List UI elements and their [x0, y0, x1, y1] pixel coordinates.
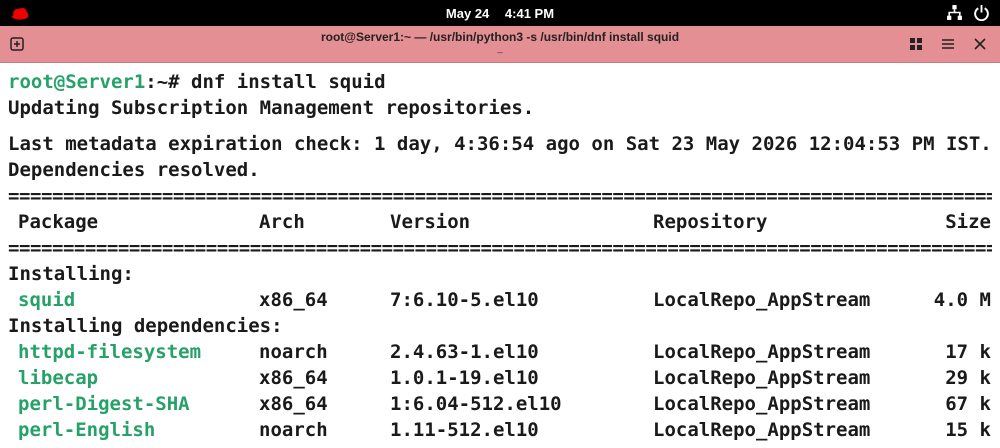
section-installing: Installing:	[8, 263, 134, 285]
command-text: dnf install squid	[191, 71, 386, 93]
package-repo: LocalRepo_AppStream	[653, 367, 871, 389]
prompt-path: :~#	[145, 71, 192, 93]
clock-date: May 24	[445, 6, 490, 21]
hamburger-menu-icon[interactable]	[940, 36, 956, 52]
window-controls	[908, 36, 988, 52]
package-name: libecap	[18, 367, 99, 389]
package-version: 1.0.1-19.el10	[390, 367, 539, 389]
table-header: Package Arch Version Repository Size	[8, 209, 1000, 235]
package-arch: noarch	[259, 419, 328, 441]
command-line: root@Server1:~# dnf install squid	[8, 69, 1000, 95]
output-deps-resolved: Dependencies resolved.	[8, 159, 260, 181]
package-name: perl-English	[18, 419, 156, 441]
clock[interactable]: May 24 4:41 PM	[0, 6, 1000, 21]
package-repo: LocalRepo_AppStream	[653, 341, 871, 363]
package-size: 67 k	[945, 393, 991, 415]
package-name: httpd-filesystem	[18, 341, 202, 363]
window-subtitle: _	[497, 43, 503, 53]
package-arch: x86_64	[259, 393, 328, 415]
clock-time: 4:41 PM	[504, 6, 555, 21]
network-icon[interactable]	[946, 4, 963, 21]
table-row: httpd-filesystem noarch 2.4.63-1.el10 Lo…	[8, 339, 1000, 365]
system-tray[interactable]	[946, 4, 990, 21]
package-repo: LocalRepo_AppStream	[653, 419, 871, 441]
terminal-title-bar: root@Server1:~ — /usr/bin/python3 -s /us…	[0, 26, 1000, 63]
system-top-bar: May 24 4:41 PM	[0, 0, 1000, 26]
package-version: 1.11-512.el10	[390, 419, 539, 441]
package-size: 4.0 M	[933, 289, 991, 311]
package-version: 7:6.10-5.el10	[390, 289, 539, 311]
table-row: squid x86_64 7:6.10-5.el10 LocalRepo_App…	[8, 287, 1000, 313]
package-size: 15 k	[945, 419, 991, 441]
section-dependencies: Installing dependencies:	[8, 315, 283, 337]
close-icon[interactable]	[972, 36, 988, 52]
header-package: Package	[18, 211, 99, 233]
grid-view-icon[interactable]	[908, 36, 924, 52]
separator-top: ========================================…	[8, 185, 992, 207]
package-arch: x86_64	[259, 289, 328, 311]
output-updating: Updating Subscription Management reposit…	[8, 97, 535, 119]
output-metadata: Last metadata expiration check: 1 day, 4…	[8, 133, 992, 155]
package-size: 17 k	[945, 341, 991, 363]
power-icon[interactable]	[973, 4, 990, 21]
package-arch: noarch	[259, 341, 328, 363]
window-title: root@Server1:~ — /usr/bin/python3 -s /us…	[320, 30, 680, 44]
table-row: perl-Digest-SHA x86_64 1:6.04-512.el10 L…	[8, 391, 1000, 417]
package-version: 2.4.63-1.el10	[390, 341, 539, 363]
header-arch: Arch	[259, 211, 305, 233]
package-version: 1:6.04-512.el10	[390, 393, 562, 415]
table-row: libecap x86_64 1.0.1-19.el10 LocalRepo_A…	[8, 365, 1000, 391]
table-row: perl-English noarch 1.11-512.el10 LocalR…	[8, 417, 1000, 443]
package-repo: LocalRepo_AppStream	[653, 393, 871, 415]
header-size: Size	[945, 211, 991, 233]
package-arch: x86_64	[259, 367, 328, 389]
header-repository: Repository	[653, 211, 768, 233]
separator-header: ========================================…	[8, 237, 992, 259]
package-name: perl-Digest-SHA	[18, 393, 190, 415]
package-name: squid	[18, 289, 76, 311]
header-version: Version	[390, 211, 471, 233]
package-repo: LocalRepo_AppStream	[653, 289, 871, 311]
prompt-user: root@Server1	[8, 71, 146, 93]
terminal-output[interactable]: root@Server1:~# dnf install squid Updati…	[0, 63, 1000, 443]
package-size: 29 k	[945, 367, 991, 389]
